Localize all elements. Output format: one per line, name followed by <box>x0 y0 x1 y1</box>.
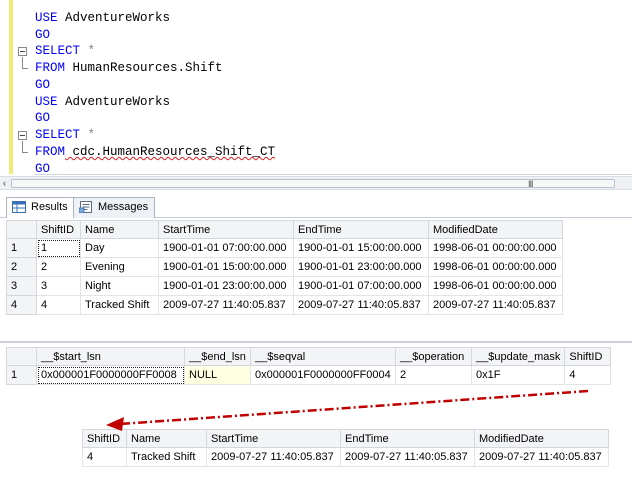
grid-cell[interactable]: 1998-06-01 00:00:00.000 <box>428 257 563 277</box>
grid-cell[interactable]: 1998-06-01 00:00:00.000 <box>428 276 563 296</box>
grid-cell[interactable]: 0x1F <box>470 365 566 385</box>
column-header-name[interactable]: Name <box>80 220 159 239</box>
grid-cell[interactable]: 2009-07-27 11:40:05.837 <box>293 295 429 315</box>
grid-cell[interactable]: 1 <box>36 238 81 258</box>
row-number[interactable]: 4 <box>6 295 37 315</box>
grid-header-row: __$start_lsn __$end_lsn __$seqval __$ope… <box>6 347 612 366</box>
code-line: SELECT * <box>35 44 96 58</box>
tab-label: Results <box>31 201 68 213</box>
tab-messages[interactable]: Messages <box>73 197 156 218</box>
code-line: GO <box>35 162 51 176</box>
row-number[interactable]: 2 <box>6 257 37 277</box>
code-line: GO <box>35 111 51 125</box>
grid-cell[interactable]: Evening <box>80 257 159 277</box>
sql-editor[interactable]: USE AdventureWorks GO SELECT * FROM Huma… <box>0 0 632 176</box>
editor-gutter <box>0 0 34 175</box>
column-header-modifieddate[interactable]: ModifiedDate <box>428 220 563 239</box>
row-header-corner <box>6 347 37 366</box>
results-pane-shift: ShiftID Name StartTime EndTime ModifiedD… <box>0 218 632 343</box>
results-grid-cdc[interactable]: __$start_lsn __$end_lsn __$seqval __$ope… <box>6 347 612 385</box>
grid-header-row: ShiftID Name StartTime EndTime ModifiedD… <box>82 429 609 448</box>
scrollbar-grip-icon: III <box>528 179 533 189</box>
table-row[interactable]: 2 2 Evening 1900-01-01 15:00:00.000 1900… <box>6 257 563 277</box>
grid-cell[interactable]: NULL <box>184 365 251 385</box>
grid-cell[interactable]: Night <box>80 276 159 296</box>
results-grid-shift[interactable]: ShiftID Name StartTime EndTime ModifiedD… <box>6 220 563 315</box>
code-line: FROM cdc.HumanResources_Shift_CT <box>35 145 276 159</box>
grid-cell[interactable]: 0x000001F0000000FF0004 <box>250 365 396 385</box>
grid-cell[interactable]: 2009-07-27 11:40:05.837 <box>428 295 563 315</box>
column-header-starttime[interactable]: StartTime <box>158 220 294 239</box>
grid-cell[interactable]: 1900-01-01 07:00:00.000 <box>293 276 429 296</box>
grid-cell[interactable]: 1998-06-01 00:00:00.000 <box>428 238 563 258</box>
code-line: FROM HumanResources.Shift <box>35 61 223 75</box>
grid-cell[interactable]: 2 <box>36 257 81 277</box>
grid-cell[interactable]: 4 <box>36 295 81 315</box>
tab-label: Messages <box>98 201 149 213</box>
column-header-seqval[interactable]: __$seqval <box>250 347 396 366</box>
results-grid-cdc-continued[interactable]: ShiftID Name StartTime EndTime ModifiedD… <box>82 429 609 467</box>
code-line: SELECT * <box>35 128 96 142</box>
fold-guide-end <box>22 152 28 153</box>
grid-cell[interactable]: 1900-01-01 15:00:00.000 <box>158 257 294 277</box>
column-header-shiftid[interactable]: ShiftID <box>82 429 127 448</box>
column-header-name[interactable]: Name <box>126 429 207 448</box>
grid-header-row: ShiftID Name StartTime EndTime ModifiedD… <box>6 220 563 239</box>
table-row[interactable]: 3 3 Night 1900-01-01 23:00:00.000 1900-0… <box>6 276 563 296</box>
fold-guide-end <box>22 68 28 69</box>
grid-cell[interactable]: 3 <box>36 276 81 296</box>
column-header-start-lsn[interactable]: __$start_lsn <box>36 347 185 366</box>
collapse-toggle-icon[interactable] <box>18 47 27 56</box>
collapse-toggle-icon[interactable] <box>18 131 27 140</box>
grid-cell[interactable]: 2009-07-27 11:40:05.837 <box>158 295 294 315</box>
grid-cell[interactable]: 0x000001F0000000FF0008 <box>36 365 185 385</box>
table-row[interactable]: 1 1 Day 1900-01-01 07:00:00.000 1900-01-… <box>6 238 563 258</box>
code-line: USE AdventureWorks <box>35 95 171 109</box>
row-number[interactable]: 1 <box>6 238 37 258</box>
grid-cell[interactable]: Tracked Shift <box>80 295 159 315</box>
code-line: USE AdventureWorks <box>35 11 171 25</box>
column-header-end-lsn[interactable]: __$end_lsn <box>184 347 251 366</box>
grid-cell[interactable]: 2009-07-27 11:40:05.837 <box>474 447 609 467</box>
column-header-shiftid[interactable]: ShiftID <box>564 347 612 366</box>
row-number[interactable]: 1 <box>6 365 37 385</box>
table-row[interactable]: 4 Tracked Shift 2009-07-27 11:40:05.837 … <box>82 447 609 467</box>
grid-icon <box>12 201 26 213</box>
scrollbar-thumb[interactable]: III <box>11 179 615 189</box>
grid-cell[interactable]: 2 <box>395 365 472 385</box>
column-header-shiftid[interactable]: ShiftID <box>36 220 81 239</box>
code-line: GO <box>35 28 51 42</box>
results-pane-cdc: __$start_lsn __$end_lsn __$seqval __$ope… <box>0 345 632 481</box>
column-header-starttime[interactable]: StartTime <box>206 429 341 448</box>
messages-icon <box>79 201 92 213</box>
grid-cell[interactable]: 2009-07-27 11:40:05.837 <box>206 447 341 467</box>
table-row[interactable]: 1 0x000001F0000000FF0008 NULL 0x000001F0… <box>6 365 612 385</box>
table-row[interactable]: 4 4 Tracked Shift 2009-07-27 11:40:05.83… <box>6 295 563 315</box>
grid-cell[interactable]: 1900-01-01 15:00:00.000 <box>293 238 429 258</box>
row-number[interactable]: 3 <box>6 276 37 296</box>
grid-cell[interactable]: 4 <box>564 365 612 385</box>
grid-cell[interactable]: 2009-07-27 11:40:05.837 <box>340 447 475 467</box>
code-line: GO <box>35 78 51 92</box>
grid-cell[interactable]: 1900-01-01 23:00:00.000 <box>293 257 429 277</box>
grid-cell[interactable]: 1900-01-01 07:00:00.000 <box>158 238 294 258</box>
tab-results[interactable]: Results <box>6 197 75 219</box>
grid-cell[interactable]: 4 <box>82 447 127 467</box>
row-header-corner <box>6 220 37 239</box>
column-header-endtime[interactable]: EndTime <box>293 220 429 239</box>
grid-cell[interactable]: Day <box>80 238 159 258</box>
column-header-modifieddate[interactable]: ModifiedDate <box>474 429 609 448</box>
column-header-endtime[interactable]: EndTime <box>340 429 475 448</box>
column-header-update-mask[interactable]: __$update_mask <box>470 347 566 366</box>
horizontal-scrollbar[interactable]: ‹ III <box>0 176 632 190</box>
column-header-operation[interactable]: __$operation <box>395 347 472 366</box>
grid-cell[interactable]: 1900-01-01 23:00:00.000 <box>158 276 294 296</box>
results-tabstrip: Results Messages <box>0 193 632 219</box>
change-tracking-bar <box>9 0 13 174</box>
grid-cell[interactable]: Tracked Shift <box>126 447 207 467</box>
